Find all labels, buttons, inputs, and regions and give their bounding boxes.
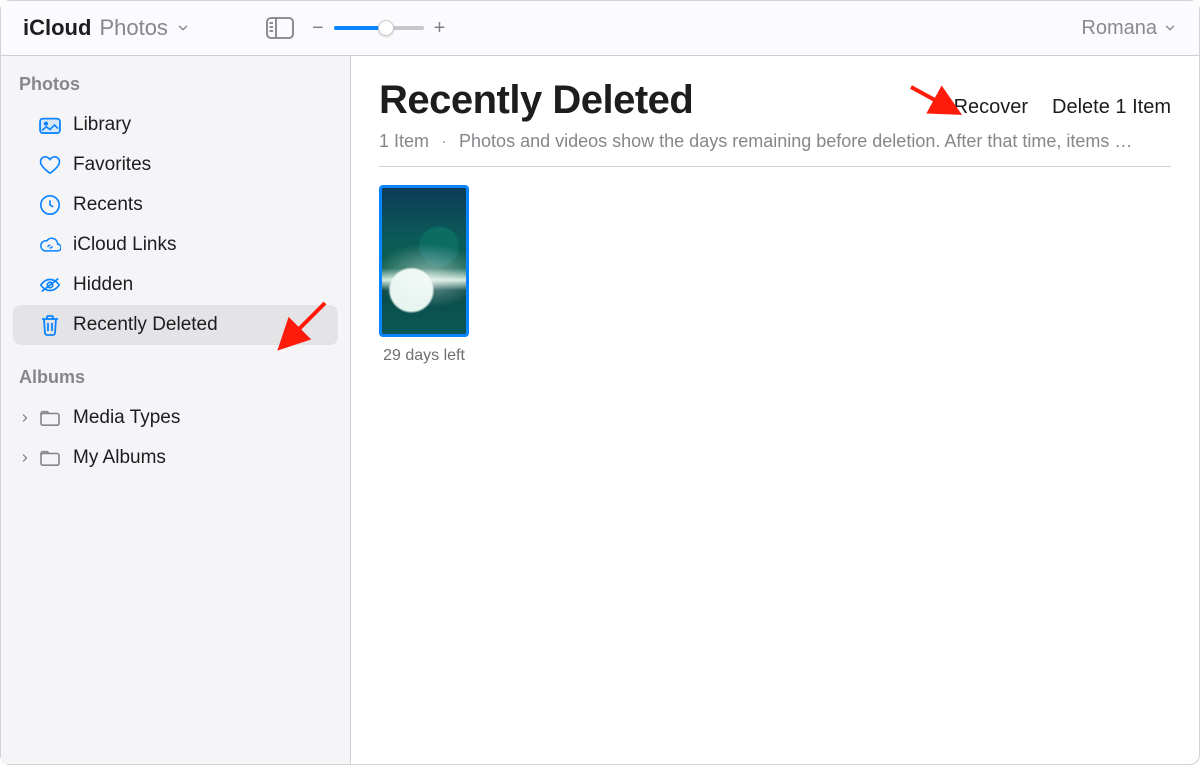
photo-thumbnail[interactable]: 29 days left xyxy=(379,185,469,365)
folder-icon xyxy=(39,409,61,427)
toggle-sidebar-button[interactable] xyxy=(266,17,294,39)
hidden-eye-icon xyxy=(39,276,61,294)
zoom-slider[interactable] xyxy=(334,19,424,37)
sidebar-item-hidden[interactable]: Hidden xyxy=(13,265,338,305)
sidebar-item-media-types[interactable]: Media Types xyxy=(13,398,338,438)
photo-icon xyxy=(39,116,61,134)
clock-icon xyxy=(39,194,61,216)
recover-button[interactable]: Recover xyxy=(954,96,1028,119)
content-pane: Recently Deleted Recover Delete 1 Item 1… xyxy=(351,56,1199,764)
separator-dot: · xyxy=(441,131,447,152)
sidebar-item-label: Hidden xyxy=(73,274,133,296)
sidebar-item-recents[interactable]: Recents xyxy=(13,185,338,225)
sidebar-item-label: iCloud Links xyxy=(73,234,177,256)
folder-icon xyxy=(39,449,61,467)
sidebar-item-label: Media Types xyxy=(73,407,180,429)
chevron-down-icon xyxy=(176,21,190,35)
header-actions: Recover Delete 1 Item xyxy=(954,96,1171,119)
heart-icon xyxy=(39,155,61,175)
sidebar-item-library[interactable]: Library xyxy=(13,105,338,145)
app-title-dropdown[interactable]: iCloud Photos xyxy=(23,15,190,41)
chevron-down-icon xyxy=(1163,21,1177,35)
sidebar-item-icloud-links[interactable]: iCloud Links xyxy=(13,225,338,265)
sidebar-item-label: Library xyxy=(73,114,131,136)
sidebar-item-recently-deleted[interactable]: Recently Deleted xyxy=(13,305,338,345)
toolbar: iCloud Photos − + Romana xyxy=(1,1,1199,56)
photo-grid: 29 days left xyxy=(379,167,1171,365)
account-name: Romana xyxy=(1081,17,1157,40)
days-left-label: 29 days left xyxy=(383,347,465,365)
sidebar-item-label: Recents xyxy=(73,194,143,216)
sidebar-item-my-albums[interactable]: My Albums xyxy=(13,438,338,478)
delete-button[interactable]: Delete 1 Item xyxy=(1052,96,1171,119)
sidebar: Photos Library Favorites Recents iCloud … xyxy=(1,56,351,764)
photo-image xyxy=(379,185,469,337)
sidebar-section-label: Photos xyxy=(13,74,338,105)
sidebar-item-label: Favorites xyxy=(73,154,151,176)
chevron-right-icon[interactable] xyxy=(19,412,31,424)
trash-icon xyxy=(39,314,61,336)
app-name: iCloud xyxy=(23,15,91,41)
sidebar-section-label: Albums xyxy=(13,367,338,398)
sidebar-item-favorites[interactable]: Favorites xyxy=(13,145,338,185)
zoom-control: − + xyxy=(312,17,445,40)
item-count: 1 Item xyxy=(379,131,429,152)
cloud-link-icon xyxy=(39,236,61,254)
sidebar-item-label: My Albums xyxy=(73,447,166,469)
zoom-out-button[interactable]: − xyxy=(312,17,324,40)
chevron-right-icon[interactable] xyxy=(19,452,31,464)
account-menu[interactable]: Romana xyxy=(1081,17,1177,40)
info-text: Photos and videos show the days remainin… xyxy=(459,131,1132,152)
app-section: Photos xyxy=(99,15,168,41)
page-title: Recently Deleted xyxy=(379,78,693,123)
page-subheading: 1 Item · Photos and videos show the days… xyxy=(379,131,1171,167)
zoom-in-button[interactable]: + xyxy=(434,17,446,40)
sidebar-item-label: Recently Deleted xyxy=(73,314,218,336)
